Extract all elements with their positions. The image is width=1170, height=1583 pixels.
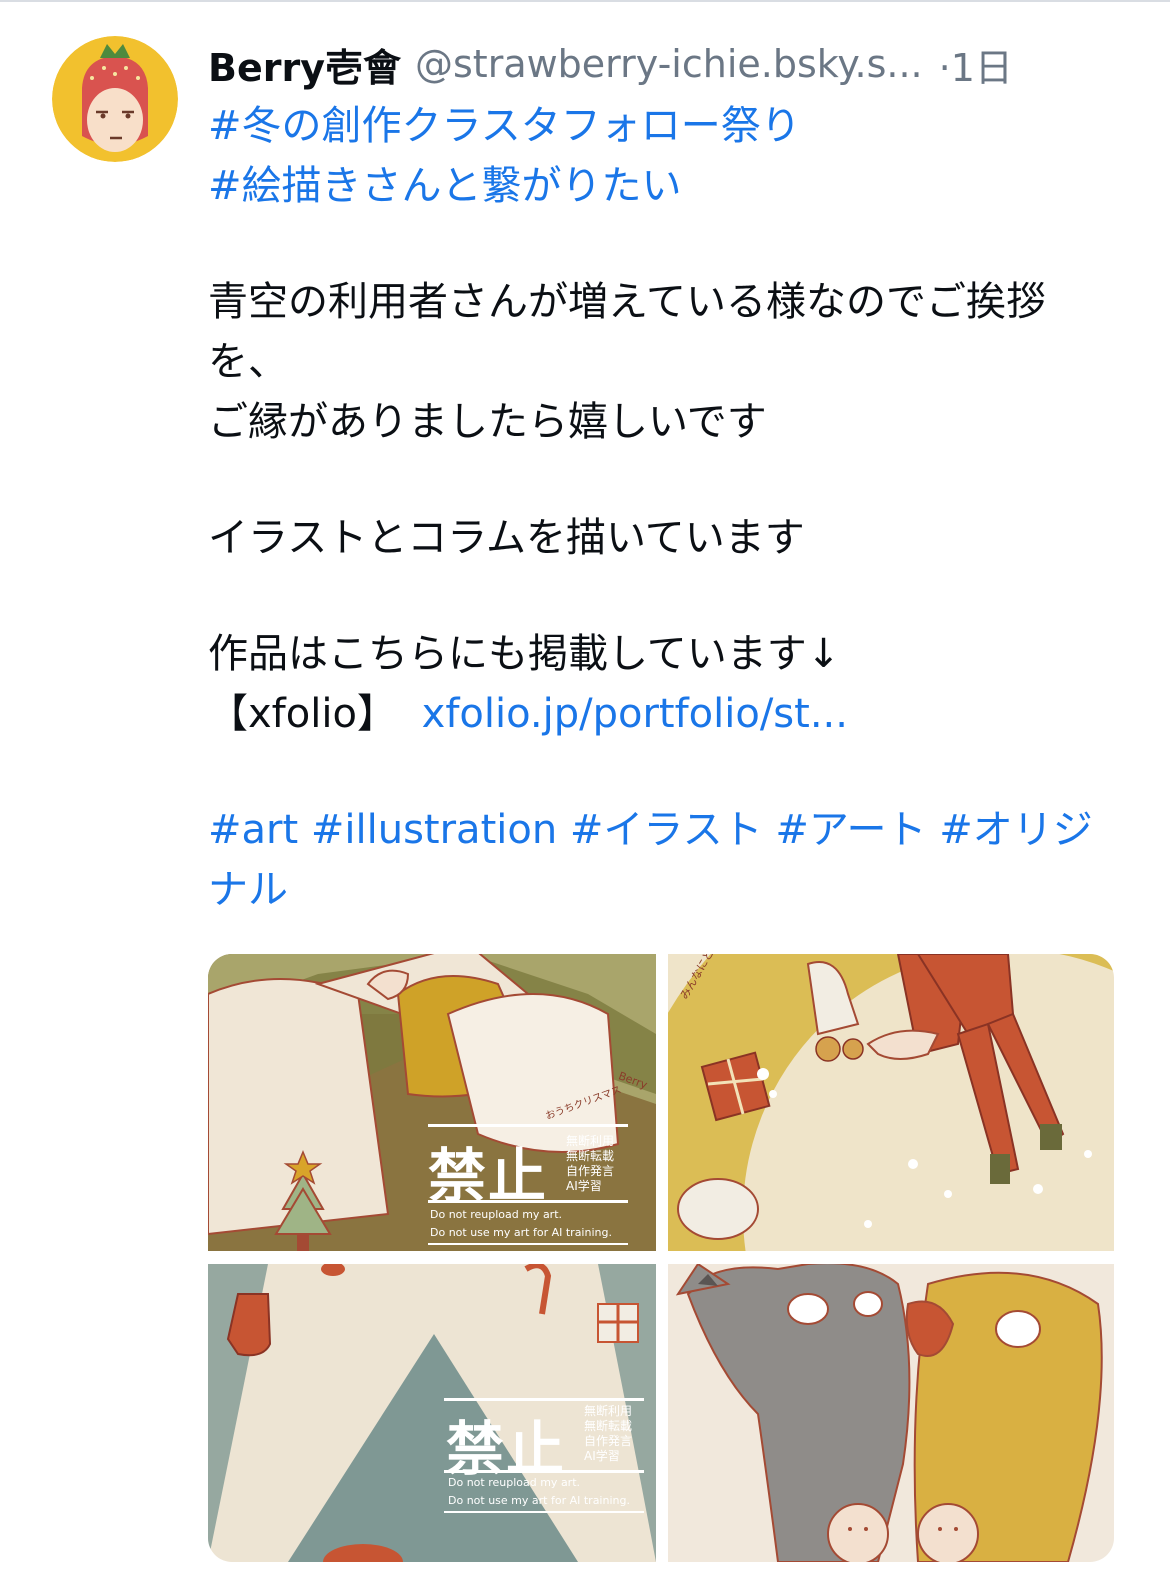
hashtag[interactable]: #art <box>208 807 298 853</box>
watermark-rule <box>444 1398 644 1401</box>
strawberry-avatar-icon <box>52 36 178 162</box>
gallery-image-3[interactable]: 禁止 無断利用 無断転載 自作発言 AI学習 Do not reupload my … <box>208 1264 656 1562</box>
gallery-image-1[interactable]: 禁止 無断利用 無断転載 自作発言 AI学習 Do not reupload my … <box>208 954 656 1251</box>
hashtag[interactable]: #illustration <box>311 807 557 853</box>
watermark-en-2: Do not use my art for AI training. <box>430 1226 612 1239</box>
watermark-en-2: Do not use my art for AI training. <box>448 1494 630 1507</box>
watermark-rule <box>444 1511 644 1513</box>
link-prefix: 【xfolio】 <box>208 691 397 737</box>
hashtag[interactable]: #イラスト <box>570 807 763 853</box>
gallery-image-2[interactable]: みんなにとどけ <box>668 954 1114 1251</box>
handle[interactable]: @strawberry-ichie.bsky.s... <box>415 42 923 86</box>
hashtag[interactable]: #アート <box>775 807 926 853</box>
watermark-list: 無断利用 無断転載 自作発言 AI学習 <box>584 1404 633 1463</box>
hashtag[interactable]: #冬の創作クラスタフォロー祭り <box>208 103 801 149</box>
post-text: #冬の創作クラスタフォロー祭り #絵描きさんと繋がりたい 青空の利用者さんが増え… <box>208 96 1118 920</box>
watermark-en-1: Do not reupload my art. <box>430 1208 563 1221</box>
post-header: Berry壱會 @strawberry-ichie.bsky.s... ·1日 <box>208 36 1118 92</box>
post-time[interactable]: ·1日 <box>939 37 1013 92</box>
watermark-rule <box>428 1243 628 1245</box>
post-paragraph: 青空の利用者さんが増えている様なのでご挨拶を、 <box>208 279 1046 385</box>
watermark-rule <box>444 1470 644 1473</box>
external-link[interactable]: xfolio.jp/portfolio/st... <box>422 691 848 737</box>
avatar[interactable] <box>52 36 178 162</box>
image-gallery: 禁止 無断利用 無断転載 自作発言 AI学習 Do not reupload my … <box>208 954 1114 1562</box>
post-paragraph: イラストとコラムを描いています <box>208 515 805 561</box>
watermark-en-1: Do not reupload my art. <box>448 1476 581 1489</box>
display-name[interactable]: Berry壱會 <box>208 37 401 92</box>
top-divider <box>0 0 1170 2</box>
watermark-rule <box>428 1124 628 1127</box>
illustration-santa-icon <box>668 954 1114 1251</box>
post-paragraph: ご縁がありましたら嬉しいです <box>208 399 767 445</box>
watermark-rule <box>428 1200 628 1203</box>
hashtag[interactable]: #絵描きさんと繋がりたい <box>208 163 682 209</box>
gallery-image-4[interactable] <box>668 1264 1114 1562</box>
illustration-cats-icon <box>668 1264 1114 1562</box>
watermark-list: 無断利用 無断転載 自作発言 AI学習 <box>566 1134 615 1193</box>
post-paragraph: 作品はこちらにも掲載しています↓ <box>208 631 841 677</box>
